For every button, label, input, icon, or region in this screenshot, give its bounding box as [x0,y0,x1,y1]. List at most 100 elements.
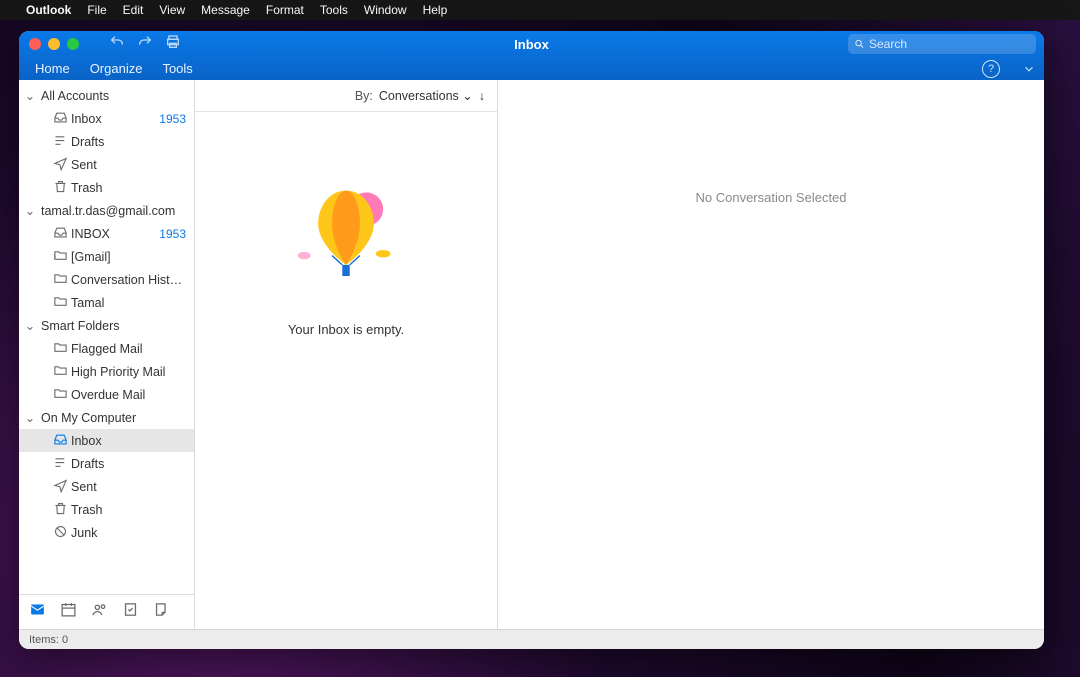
folder-icon [53,248,68,266]
ribbon-tab-organize[interactable]: Organize [90,61,143,76]
menu-help[interactable]: Help [423,3,448,17]
nav-calendar-button[interactable] [60,601,77,623]
status-bar: Items: 0 [19,629,1044,649]
sidebar-item-gmail-folder[interactable]: › [Gmail] [19,245,194,268]
titlebar: Inbox Home Organize Tools ? [19,31,1044,80]
sidebar-item-label: Tamal [71,296,186,310]
menu-format[interactable]: Format [266,3,304,17]
status-item-count: Items: 0 [29,634,68,646]
sidebar-item-label: Drafts [71,135,186,149]
empty-inbox-illustration [281,172,411,302]
undo-button[interactable] [109,34,125,55]
minimize-window-button[interactable] [48,38,60,50]
empty-inbox-text: Your Inbox is empty. [288,322,404,337]
section-label: All Accounts [41,89,186,103]
chevron-down-icon[interactable]: ⌄ [23,203,37,218]
menu-window[interactable]: Window [364,3,407,17]
sidebar-item-flagged-mail[interactable]: Flagged Mail [19,337,194,360]
ribbon-tab-tools[interactable]: Tools [162,61,192,76]
sent-icon [53,156,68,174]
trash-icon [53,501,68,519]
sort-by-label: By: [355,89,373,103]
sidebar-item-local-inbox[interactable]: Inbox [19,429,194,452]
sidebar-item-trash[interactable]: Trash [19,176,194,199]
folder-sidebar: ⌄ All Accounts Inbox 1953 Drafts Sent [19,80,195,629]
nav-switcher [19,594,194,629]
sidebar-item-inbox[interactable]: Inbox 1953 [19,107,194,130]
reading-pane: No Conversation Selected [498,80,1044,629]
nav-mail-button[interactable] [29,601,46,623]
app-menu[interactable]: Outlook [26,3,71,17]
trash-icon [53,179,68,197]
chevron-down-icon[interactable]: ⌄ [23,88,37,103]
sidebar-item-conversation-history[interactable]: Conversation History [19,268,194,291]
sidebar-item-high-priority[interactable]: High Priority Mail [19,360,194,383]
section-label: Smart Folders [41,319,186,333]
sidebar-item-label: Sent [71,480,186,494]
sidebar-item-tamal[interactable]: Tamal [19,291,194,314]
inbox-icon [53,110,68,128]
redo-button[interactable] [137,34,153,55]
menu-tools[interactable]: Tools [320,3,348,17]
draft-icon [53,455,68,473]
folder-tree: ⌄ All Accounts Inbox 1953 Drafts Sent [19,80,194,594]
message-list-header: By: Conversations ⌄ ↓ [195,80,497,112]
sidebar-item-local-sent[interactable]: Sent [19,475,194,498]
sidebar-item-local-junk[interactable]: Junk [19,521,194,544]
section-label: On My Computer [41,411,186,425]
sidebar-item-label: Junk [71,526,186,540]
sidebar-item-local-trash[interactable]: Trash [19,498,194,521]
junk-icon [53,524,68,542]
reading-placeholder: No Conversation Selected [695,190,846,205]
search-icon [854,38,865,50]
menu-message[interactable]: Message [201,3,250,17]
sidebar-item-label: INBOX [71,227,151,241]
folder-icon [53,294,68,312]
help-button[interactable]: ? [982,60,1000,78]
unread-count: 1953 [159,227,186,241]
sidebar-item-drafts[interactable]: Drafts [19,130,194,153]
inbox-icon [53,432,68,450]
nav-people-button[interactable] [91,601,108,623]
sidebar-item-account-inbox[interactable]: INBOX 1953 [19,222,194,245]
search-input[interactable] [869,37,1030,51]
close-window-button[interactable] [29,38,41,50]
folder-icon [53,340,68,358]
menu-file[interactable]: File [87,3,106,17]
outlook-window: Inbox Home Organize Tools ? ⌄ All Accoun… [19,31,1044,649]
zoom-window-button[interactable] [67,38,79,50]
chevron-down-icon[interactable]: ⌄ [23,318,37,333]
sort-direction-button[interactable]: ↓ [479,89,485,103]
sidebar-item-label: Inbox [71,112,151,126]
search-field[interactable] [848,34,1036,54]
sort-dropdown[interactable]: Conversations ⌄ [379,88,473,103]
ribbon-options-chevron-icon[interactable] [1022,62,1036,76]
folder-icon [53,271,68,289]
mac-menubar: Outlook File Edit View Message Format To… [0,0,1080,20]
sidebar-section-smart-folders[interactable]: ⌄ Smart Folders [19,314,194,337]
chevron-down-icon[interactable]: ⌄ [23,410,37,425]
folder-icon [53,363,68,381]
sidebar-item-local-drafts[interactable]: Drafts [19,452,194,475]
sidebar-section-on-my-computer[interactable]: ⌄ On My Computer [19,406,194,429]
window-controls [27,38,79,50]
sidebar-item-label: Overdue Mail [71,388,186,402]
sidebar-item-sent[interactable]: Sent [19,153,194,176]
sidebar-section-account[interactable]: ⌄ tamal.tr.das@gmail.com [19,199,194,222]
print-button[interactable] [165,34,181,55]
sidebar-item-label: [Gmail] [71,250,186,264]
menu-view[interactable]: View [159,3,185,17]
folder-icon [53,386,68,404]
sidebar-item-label: Sent [71,158,186,172]
ribbon-tab-home[interactable]: Home [35,61,70,76]
sidebar-item-label: Drafts [71,457,186,471]
menu-edit[interactable]: Edit [123,3,144,17]
sent-icon [53,478,68,496]
nav-notes-button[interactable] [153,601,170,623]
nav-tasks-button[interactable] [122,601,139,623]
sidebar-item-overdue[interactable]: Overdue Mail [19,383,194,406]
unread-count: 1953 [159,112,186,126]
sidebar-section-all-accounts[interactable]: ⌄ All Accounts [19,84,194,107]
sidebar-item-label: Trash [71,503,186,517]
inbox-icon [53,225,68,243]
